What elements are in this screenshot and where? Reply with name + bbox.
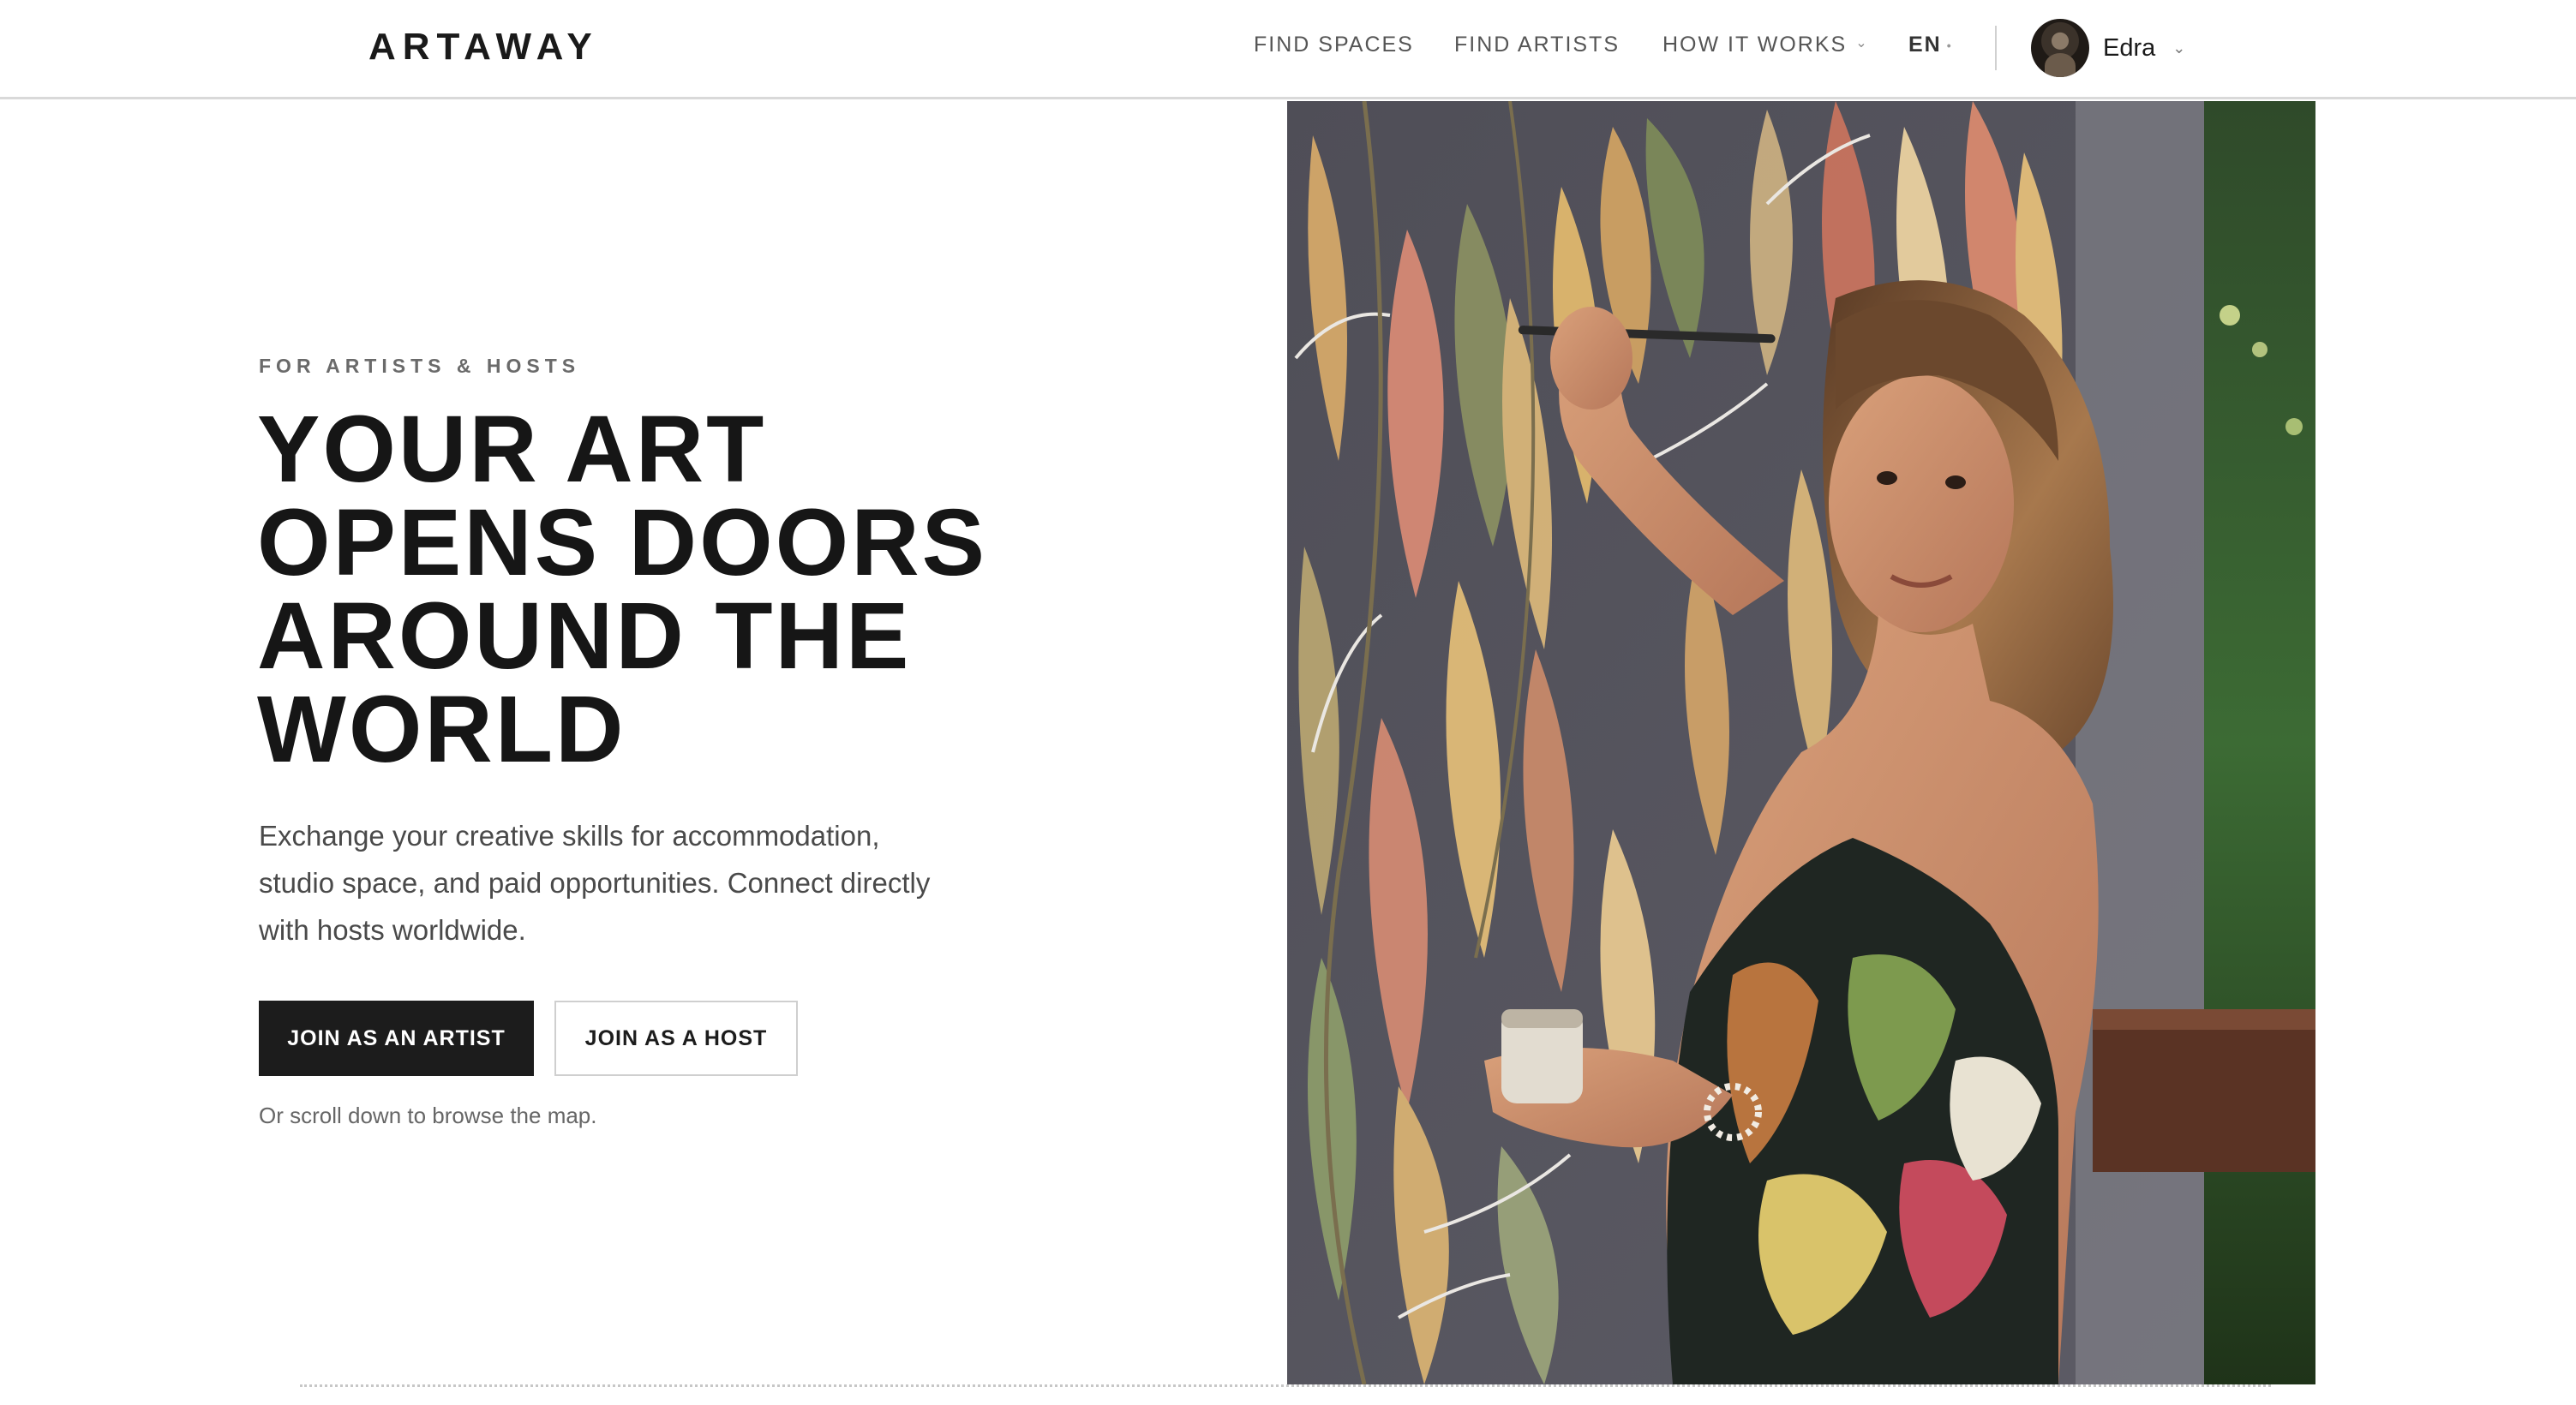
chevron-down-icon: ⌄ bbox=[1855, 36, 1869, 51]
nav-how-it-works-label: HOW IT WORKS bbox=[1662, 33, 1848, 57]
hero-headline: YOUR ART OPENS DOORS AROUND THE WORLD bbox=[257, 397, 1028, 782]
main-nav: FIND SPACES FIND ARTISTS HOW IT WORKS ⌄ E… bbox=[0, 0, 2576, 96]
headline-line: YOUR ART bbox=[257, 397, 767, 502]
nav-how-it-works[interactable]: HOW IT WORKS ⌄ bbox=[1662, 33, 1869, 57]
artist-painting-mural-illustration bbox=[1287, 101, 2315, 1384]
nav-divider bbox=[1995, 26, 1997, 70]
language-selector[interactable]: EN • bbox=[1908, 33, 1953, 57]
headline-line: AROUND THE bbox=[257, 583, 912, 689]
chevron-down-icon: ⌄ bbox=[2172, 39, 2186, 57]
join-as-host-button[interactable]: JOIN AS A HOST bbox=[554, 1001, 798, 1076]
nav-find-spaces[interactable]: FIND SPACES bbox=[1254, 33, 1414, 57]
headline-line: WORLD bbox=[257, 677, 626, 782]
avatar bbox=[2031, 19, 2089, 77]
section-divider bbox=[300, 1384, 2271, 1387]
language-label: EN bbox=[1908, 33, 1942, 57]
user-name: Edra bbox=[2103, 33, 2156, 62]
hero-subtext: Exchange your creative skills for accomm… bbox=[259, 820, 931, 946]
user-menu[interactable]: Edra ⌄ bbox=[2031, 18, 2185, 78]
nav-find-artists[interactable]: FIND ARTISTS bbox=[1454, 33, 1620, 57]
hero-eyebrow: FOR ARTISTS & HOSTS bbox=[259, 355, 581, 377]
top-navbar: ARTAWAY FIND SPACES FIND ARTISTS HOW IT … bbox=[0, 0, 2576, 99]
headline-line: OPENS DOORS bbox=[257, 490, 988, 595]
join-as-artist-button[interactable]: JOIN AS AN ARTIST bbox=[259, 1001, 534, 1076]
scroll-hint: Or scroll down to browse the map. bbox=[259, 1103, 597, 1128]
chevron-down-icon: • bbox=[1946, 39, 1953, 53]
hero-image bbox=[1287, 101, 2315, 1384]
